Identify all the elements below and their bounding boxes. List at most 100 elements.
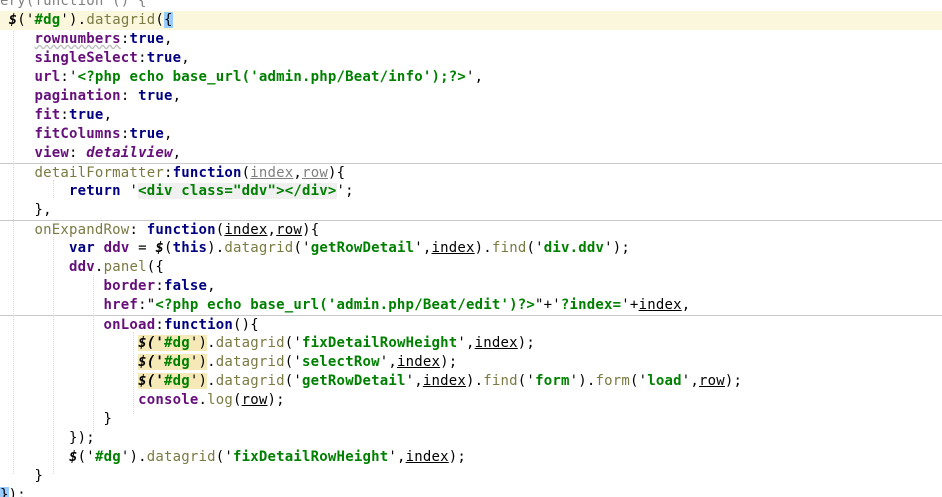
code-line[interactable]: } <box>0 467 43 486</box>
code-token: true <box>129 31 164 47</box>
code-token: : <box>120 88 139 104</box>
code-line[interactable]: var ddv = $(this).datagrid('getRowDetail… <box>0 239 630 258</box>
code-token: selectRow <box>302 354 380 370</box>
code-token: '). <box>60 12 87 28</box>
code-token: form <box>595 373 630 389</box>
code-token: $ <box>155 240 164 256</box>
code-line[interactable]: console.log(row); <box>0 391 285 410</box>
code-token: #dg <box>94 449 121 465</box>
code-token: onExpandRow <box>34 222 130 238</box>
code-token: onLoad <box>103 317 156 333</box>
code-token: '); <box>604 240 631 256</box>
code-line[interactable]: ddv.panel({ <box>0 258 164 277</box>
code-line[interactable]: href:"<?php echo base_url('admin.php/Bea… <box>0 296 691 315</box>
code-token: datagrid <box>215 373 285 389</box>
code-token: . <box>94 259 104 275</box>
code-token: rownumbers <box>34 31 121 47</box>
code-token: ', <box>457 335 475 351</box>
code-editor[interactable]: ery(function () { $('#dg').datagrid({ ro… <box>0 0 942 497</box>
code-line[interactable]: view: detailview, <box>0 144 182 163</box>
code-token: '; <box>336 183 354 199</box>
code-token: { <box>163 12 173 28</box>
code-token: , <box>293 165 303 181</box>
code-token: false <box>163 278 208 294</box>
code-token: ); <box>448 449 467 465</box>
code-token: ); <box>8 487 26 497</box>
code-token: <?php echo base_url('admin.php/Beat/edit… <box>155 297 535 313</box>
code-token: index <box>250 165 294 181</box>
code-line[interactable]: detailFormatter:function(index,row){ <box>0 163 942 182</box>
code-token: (' <box>526 240 544 256</box>
code-line[interactable]: $('#dg').datagrid('selectRow',index); <box>0 353 457 372</box>
code-token: ). <box>466 373 484 389</box>
code-token: ( <box>163 240 173 256</box>
code-line[interactable]: $('#dg').datagrid('fixDetailRowHeight',i… <box>0 448 466 467</box>
code-token: ery(function () { <box>0 0 147 9</box>
code-line[interactable]: singleSelect:true, <box>0 49 190 68</box>
code-token: div.ddv <box>543 240 605 256</box>
code-token: fixDetailRowHeight <box>302 335 458 351</box>
code-token: ?index= <box>560 297 622 313</box>
code-token: form <box>535 373 570 389</box>
code-token: : <box>138 50 147 66</box>
code-token: ', <box>388 449 406 465</box>
code-token: , <box>172 88 182 104</box>
code-line[interactable]: onExpandRow: function(index,row){ <box>0 220 942 239</box>
code-token: pagination <box>34 88 121 104</box>
code-token: (' <box>284 335 303 351</box>
code-token: :" <box>138 297 156 313</box>
code-line[interactable]: }, <box>0 201 52 220</box>
code-token: index <box>224 222 268 238</box>
code-line[interactable]: $('#dg').datagrid('fixDetailRowHeight',i… <box>0 334 535 353</box>
code-line[interactable]: pagination: true, <box>0 87 182 106</box>
code-token: ') <box>189 373 208 389</box>
code-token: datagrid <box>146 449 216 465</box>
code-token: load <box>647 373 682 389</box>
code-line[interactable]: onLoad:function(){ <box>0 315 942 334</box>
code-line[interactable]: ery(function () { <box>0 0 147 11</box>
code-token: ); <box>517 335 536 351</box>
code-token: href <box>103 297 139 313</box>
code-line[interactable]: border:false, <box>0 277 216 296</box>
code-line[interactable]: fit:true, <box>0 106 112 125</box>
code-line[interactable]: url:'<?php echo base_url('admin.php/Beat… <box>0 68 484 87</box>
code-token: ( <box>233 392 242 408</box>
code-token: function <box>146 222 216 238</box>
code-token: return <box>69 183 121 199</box>
code-token: : <box>69 145 87 161</box>
code-token: find <box>483 373 518 389</box>
code-token: } <box>34 468 44 484</box>
code-line[interactable]: $('#dg').datagrid('getRowDetail',index).… <box>0 372 742 391</box>
code-token: $ <box>69 449 78 465</box>
code-line[interactable]: $('#dg').datagrid({ <box>0 11 942 30</box>
code-token: panel <box>103 259 147 275</box>
code-token: row <box>241 392 268 408</box>
code-token: console <box>138 392 199 408</box>
code-token: #dg <box>163 335 190 351</box>
code-token: . <box>207 373 216 389</box>
code-line[interactable]: rownumbers:true, <box>0 30 173 49</box>
code-line[interactable]: } <box>0 410 112 429</box>
code-token: = <box>129 240 156 256</box>
code-line[interactable]: fitColumns:true, <box>0 125 173 144</box>
code-token: fit <box>34 107 61 123</box>
code-token: (' <box>17 12 35 28</box>
code-line[interactable]: }); <box>0 486 26 497</box>
code-line[interactable]: }); <box>0 429 95 448</box>
code-token: ') <box>189 354 208 370</box>
code-token: ddv <box>69 259 95 275</box>
code-token: ', <box>414 240 432 256</box>
code-token: singleSelect <box>34 50 139 66</box>
code-line[interactable]: return '<div class="ddv"></div>'; <box>0 182 354 201</box>
code-token: , <box>207 278 216 294</box>
